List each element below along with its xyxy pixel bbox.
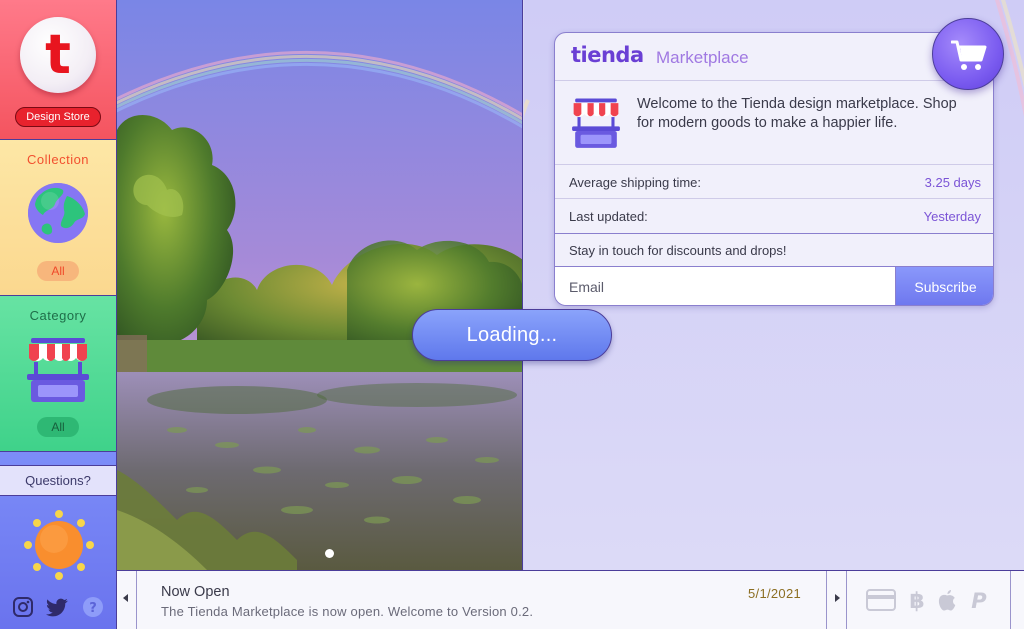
loading-indicator: Loading...: [412, 309, 612, 361]
news-date: 5/1/2021: [748, 586, 802, 601]
card-header: tienda Marketplace: [555, 33, 993, 81]
news-title: Now Open: [161, 584, 230, 600]
news-body: The Tienda Marketplace is now open. Welc…: [161, 604, 534, 619]
payment-methods: ฿ P: [848, 571, 1011, 629]
twitter-icon[interactable]: [46, 596, 68, 618]
subscribe-button[interactable]: Subscribe: [895, 267, 993, 305]
welcome-text: Welcome to the Tienda design marketplace…: [637, 96, 957, 131]
bitcoin-icon: ฿: [909, 589, 924, 613]
category-all-filter[interactable]: All: [37, 417, 79, 437]
collection-all-filter[interactable]: All: [37, 261, 79, 281]
questions-panel: Questions? ?: [0, 452, 116, 629]
shipping-time-row: Average shipping time: 3.25 days: [555, 165, 993, 199]
welcome-row: Welcome to the Tienda design marketplace…: [555, 81, 993, 165]
globe-icon[interactable]: [27, 182, 89, 244]
shipping-time-label: Average shipping time:: [569, 175, 702, 190]
last-updated-row: Last updated: Yesterday: [555, 199, 993, 233]
svg-text:฿: ฿: [909, 589, 924, 613]
svg-text:P: P: [971, 589, 987, 613]
news-bar: Now Open 5/1/2021 The Tienda Marketplace…: [117, 570, 1024, 629]
collection-title: Collection: [26, 152, 90, 167]
cart-button[interactable]: [932, 18, 1004, 90]
collection-panel: Collection All: [0, 140, 116, 296]
logo-letter: t: [45, 23, 71, 86]
sidebar: t Design Store Collection All Category A…: [0, 0, 117, 629]
last-updated-value: Yesterday: [923, 209, 981, 224]
cart-icon: [951, 40, 987, 70]
newsletter-prompt: Stay in touch for discounts and drops!: [555, 233, 993, 267]
paypal-icon: P: [971, 589, 987, 613]
questions-title[interactable]: Questions?: [0, 465, 116, 496]
card-subtitle: Marketplace: [656, 48, 749, 67]
carousel-dot-active[interactable]: [325, 549, 334, 558]
help-icon[interactable]: ?: [82, 596, 104, 618]
news-next-button[interactable]: [826, 571, 847, 629]
shop-icon: [572, 98, 620, 148]
instagram-icon[interactable]: [12, 596, 34, 618]
chevron-left-icon: [123, 594, 128, 602]
credit-card-icon: [866, 589, 896, 611]
shipping-time-value: 3.25 days: [924, 175, 981, 190]
shop-icon[interactable]: [25, 336, 91, 406]
logo[interactable]: t: [20, 17, 96, 93]
news-prev-button[interactable]: [117, 571, 137, 629]
marketplace-card: tienda Marketplace Welcome to the Tienda…: [554, 32, 994, 306]
category-title: Category: [29, 308, 87, 323]
sun-icon[interactable]: [24, 510, 94, 580]
svg-text:?: ?: [89, 601, 97, 616]
brand-name: tienda: [571, 43, 644, 67]
brand-panel: t Design Store: [0, 0, 116, 140]
email-input[interactable]: [555, 267, 895, 305]
chevron-right-icon: [835, 594, 840, 602]
design-store-button[interactable]: Design Store: [15, 107, 101, 127]
last-updated-label: Last updated:: [569, 209, 648, 224]
category-panel: Category All: [0, 296, 116, 452]
newsletter-text: Stay in touch for discounts and drops!: [569, 243, 787, 258]
hero-image[interactable]: [117, 0, 523, 570]
apple-icon: [938, 590, 956, 611]
landscape-photo: [117, 0, 522, 570]
